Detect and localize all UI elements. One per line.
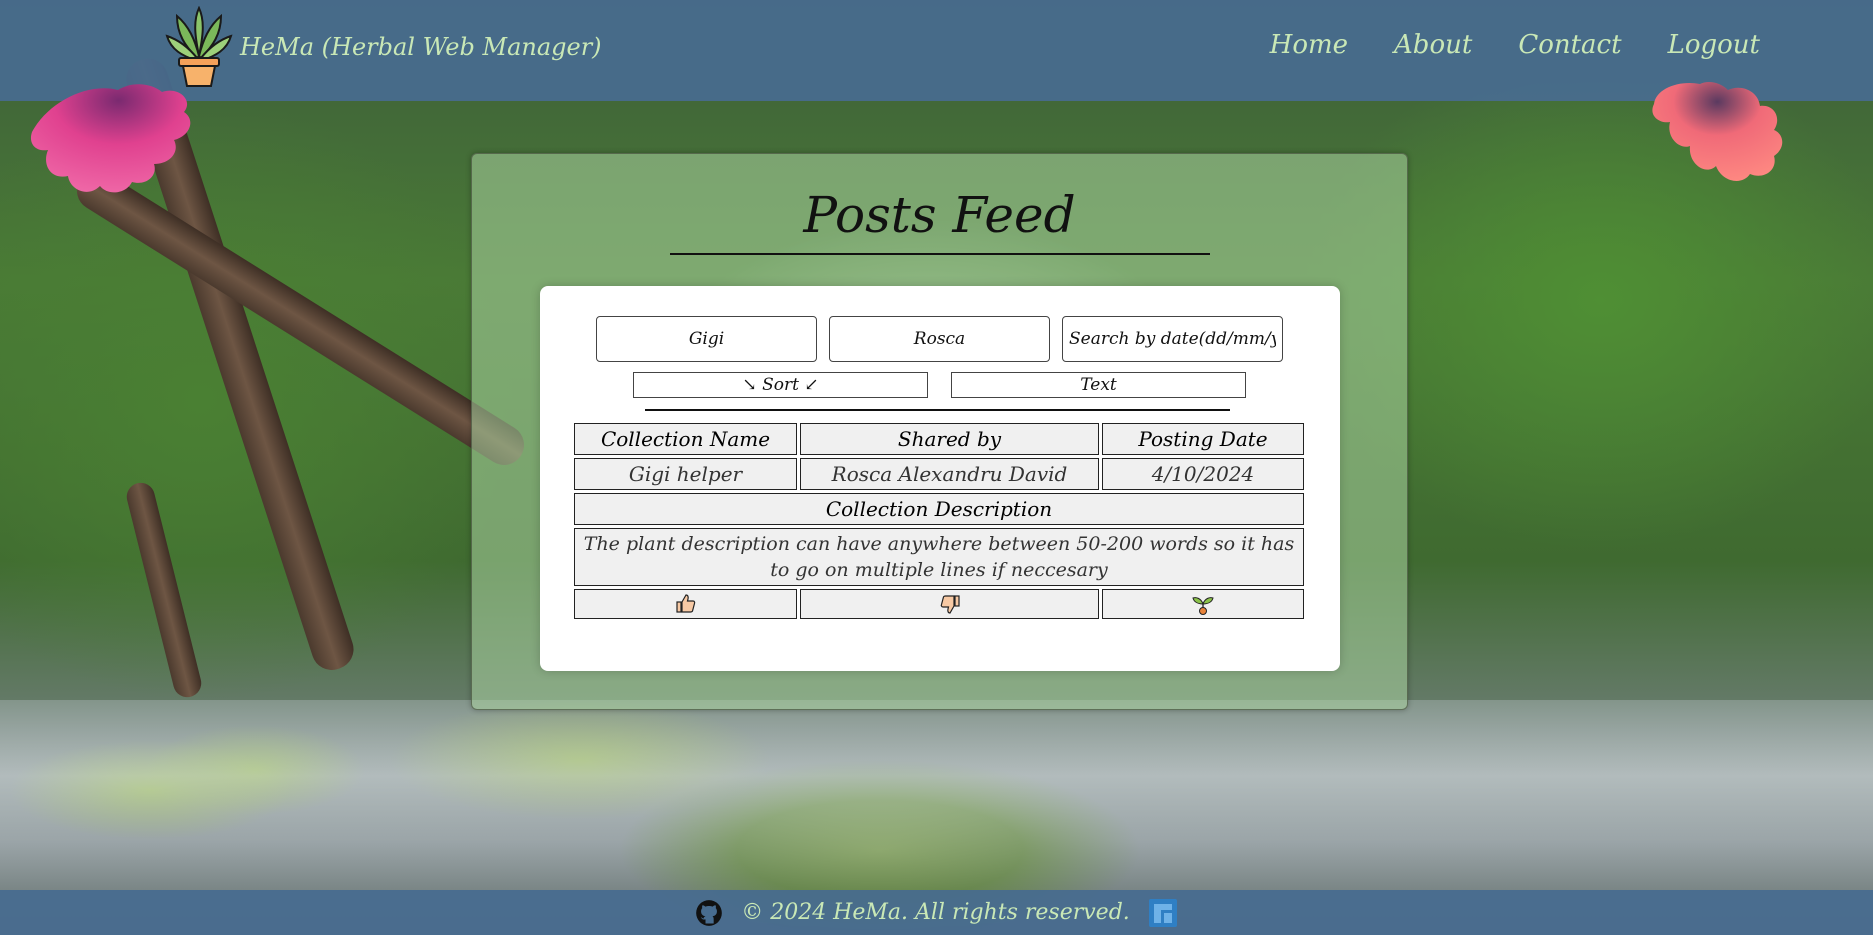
- dislike-button[interactable]: [800, 589, 1099, 619]
- pink-flower-decoration-icon: [30, 84, 191, 193]
- posts-feed-panel: Posts Feed ↘ Sort ↙ Text Collection Name…: [471, 153, 1408, 710]
- nav-contact-link[interactable]: Contact: [1518, 30, 1621, 60]
- sort-button[interactable]: ↘ Sort ↙: [633, 372, 928, 398]
- post-table: Collection Name Shared by Posting Date G…: [574, 423, 1304, 619]
- background-fallen-log: [69, 163, 532, 473]
- page-footer: © 2024 HeMa. All rights reserved.: [0, 890, 1873, 935]
- collection-name-value: Gigi helper: [574, 458, 797, 490]
- like-button[interactable]: [574, 589, 797, 619]
- card-divider: [645, 409, 1230, 411]
- last-name-filter-input[interactable]: [829, 316, 1050, 362]
- background-stream: [0, 700, 1873, 890]
- page-title: Posts Feed: [803, 186, 1076, 244]
- copyright-text: © 2024 HeMa. All rights reserved.: [741, 900, 1130, 925]
- first-name-filter-input[interactable]: [596, 316, 817, 362]
- thumbs-down-icon: [940, 595, 960, 614]
- text-button[interactable]: Text: [951, 372, 1246, 398]
- nav-logout-link[interactable]: Logout: [1668, 30, 1760, 60]
- main-nav: Home About Contact Logout: [1270, 30, 1760, 60]
- coral-flower-decoration-icon: [1652, 82, 1783, 181]
- nav-home-link[interactable]: Home: [1270, 30, 1348, 60]
- posting-date-value: 4/10/2024: [1102, 458, 1304, 490]
- collection-description-text: The plant description can have anywhere …: [574, 528, 1304, 586]
- sprout-icon: [1192, 597, 1214, 615]
- header-posting-date: Posting Date: [1102, 423, 1304, 455]
- shared-by-value: Rosca Alexandru David: [800, 458, 1099, 490]
- post-card: ↘ Sort ↙ Text Collection Name Shared by …: [540, 286, 1340, 671]
- date-search-input[interactable]: [1062, 316, 1283, 362]
- header-collection-description: Collection Description: [574, 493, 1304, 525]
- app-logo-icon[interactable]: [1148, 898, 1178, 928]
- background-tree-trunk: [123, 479, 205, 701]
- header-shared-by: Shared by: [800, 423, 1099, 455]
- thumbs-up-icon: [675, 594, 695, 613]
- nav-about-link[interactable]: About: [1394, 30, 1472, 60]
- title-divider: [670, 253, 1210, 255]
- plant-action-button[interactable]: [1102, 589, 1304, 619]
- header-collection-name: Collection Name: [574, 423, 797, 455]
- brand-title[interactable]: HeMa (Herbal Web Manager): [240, 33, 602, 61]
- top-navbar: HeMa (Herbal Web Manager) Home About Con…: [0, 0, 1873, 101]
- github-icon[interactable]: [695, 899, 723, 927]
- potted-plant-logo-icon[interactable]: [165, 6, 233, 88]
